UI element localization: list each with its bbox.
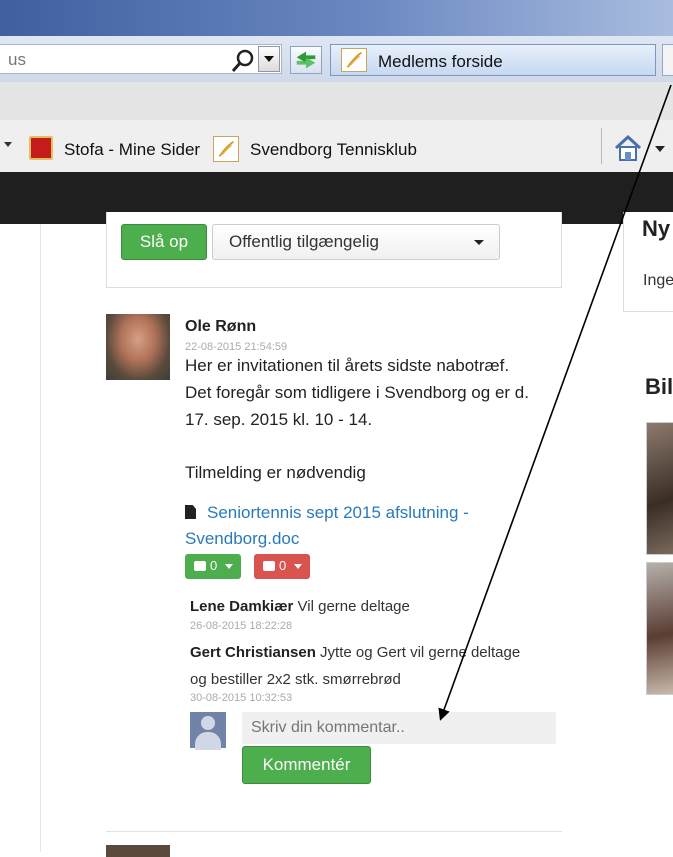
like-button[interactable]: 0	[185, 554, 241, 579]
author-avatar[interactable]	[106, 845, 170, 857]
thumbs-down-icon	[263, 561, 275, 571]
home-icon[interactable]	[612, 133, 644, 163]
gallery-title: Bil	[645, 374, 673, 399]
comment-input[interactable]	[242, 712, 556, 744]
browser-tab-next[interactable]	[662, 44, 673, 76]
comment-author[interactable]: Gert Christiansen	[190, 644, 316, 661]
comment: Gert Christiansen Jytte og Gert vil gern…	[190, 644, 520, 661]
attachment-link[interactable]: Seniortennis sept 2015 afslutning -	[207, 503, 469, 523]
favorite-svendborg-tennisklub[interactable]: Svendborg Tennisklub	[250, 140, 417, 160]
comment-text-line: og bestiller 2x2 stk. smørrebrød	[190, 671, 401, 688]
post-text-line: 17. sep. 2015 kl. 10 - 14.	[185, 410, 373, 429]
user-silhouette-icon	[195, 732, 221, 750]
post-timestamp: 22-08-2015 21:54:59	[185, 341, 288, 353]
comment-author[interactable]: Lene Damkiær	[190, 598, 293, 615]
gallery-photo[interactable]	[646, 562, 673, 695]
post-author[interactable]: Ole Rønn	[185, 318, 256, 336]
comment-text: Jytte og Gert vil gerne deltage	[320, 644, 521, 661]
comment: Lene Damkiær Vil gerne deltage	[190, 598, 410, 615]
toolbar-separator	[601, 128, 602, 164]
user-silhouette-icon	[201, 716, 215, 730]
dislike-count: 0	[279, 558, 287, 573]
address-dropdown-button[interactable]	[258, 46, 280, 72]
sidebar-box-text: Inge	[643, 272, 673, 289]
gallery-photo[interactable]	[646, 422, 673, 555]
comment-timestamp: 30-08-2015 10:32:53	[190, 692, 293, 704]
post-text-line: Det foregår som tidligere i Svendborg og…	[185, 383, 529, 402]
file-icon	[185, 505, 196, 519]
like-count: 0	[210, 558, 218, 573]
menu-bar	[0, 82, 673, 121]
comment-text: Vil gerne deltage	[297, 598, 410, 615]
post-text-line: Her er invitationen til årets sidste nab…	[185, 356, 510, 375]
favorites-chevron-icon[interactable]	[4, 142, 12, 147]
post-submit-button[interactable]: Slå op	[121, 224, 207, 260]
search-icon[interactable]	[230, 48, 256, 74]
attachment-link[interactable]: Svendborg.doc	[185, 529, 299, 549]
post-divider	[106, 831, 562, 832]
refresh-icon[interactable]	[290, 46, 322, 74]
favorite-stofa[interactable]: Stofa - Mine Sider	[64, 140, 200, 160]
tab-title: Medlems forside	[378, 52, 503, 71]
visibility-select[interactable]: Offentlig tilgængelig	[212, 224, 500, 260]
home-dropdown-icon[interactable]	[655, 146, 665, 152]
author-avatar[interactable]	[106, 314, 170, 380]
sidebar-box-title: Ny	[642, 216, 671, 241]
dislike-button[interactable]: 0	[254, 554, 310, 579]
comment-timestamp: 26-08-2015 18:22:28	[190, 620, 293, 632]
post-text-line: Tilmelding er nødvendig	[185, 463, 366, 482]
caret-down-icon	[294, 564, 302, 569]
thumbs-up-icon	[194, 561, 206, 571]
tennis-club-favicon-icon	[341, 48, 367, 72]
window-titlebar	[0, 0, 673, 36]
caret-down-icon	[225, 564, 233, 569]
tennis-club-favicon-icon	[213, 136, 239, 162]
caret-down-icon	[474, 240, 484, 245]
left-column-border	[40, 224, 41, 852]
stofa-favicon-icon	[29, 136, 53, 160]
comment-submit-button[interactable]: Kommentér	[242, 746, 371, 784]
